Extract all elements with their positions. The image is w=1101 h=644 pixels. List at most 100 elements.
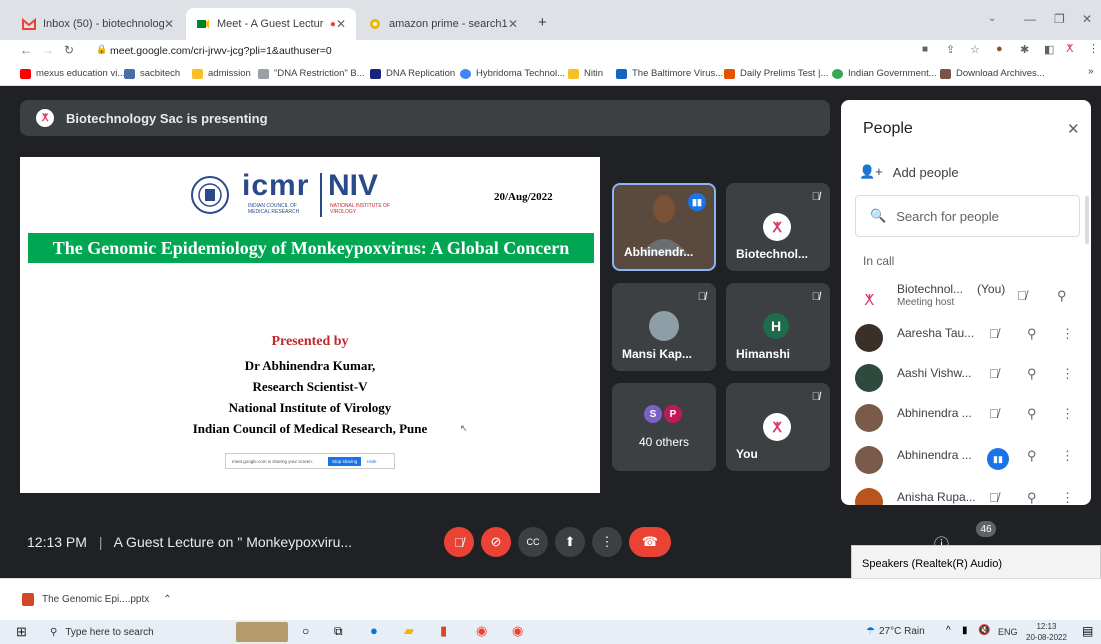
more-options-icon[interactable]: ⋮	[1061, 366, 1074, 382]
pin-icon[interactable]: ⚲	[1027, 490, 1037, 505]
pin-icon[interactable]: ⚲	[1027, 326, 1037, 342]
leave-call-button[interactable]: ☎	[629, 527, 671, 557]
download-item[interactable]: The Genomic Epi....pptx ⌃	[22, 593, 172, 606]
participant-row[interactable]: Aashi Vishw... 🎙̸ ⚲ ⋮	[841, 358, 1091, 398]
lock-icon[interactable]: 🔒	[96, 44, 107, 55]
panel-scrollbar[interactable]	[1085, 196, 1089, 244]
bookmark-item[interactable]: "DNA Restriction" B...	[258, 68, 365, 79]
clock-date: 20-08-2022	[1026, 633, 1067, 642]
mic-off-icon[interactable]: 🎙̸	[989, 490, 999, 505]
chevron-up-icon[interactable]: ⌃	[163, 594, 171, 605]
mic-off-icon[interactable]: 🎙̸	[989, 406, 999, 421]
bookmark-item[interactable]: Daily Prelims Test |...	[724, 68, 828, 79]
taskbar-search[interactable]: ⚲ Type here to search	[42, 622, 222, 642]
weather-widget[interactable]: ☂ 27°C Rain	[866, 626, 925, 637]
windows-start-icon[interactable]: ⊞	[16, 624, 27, 640]
camera-icon[interactable]: ■	[922, 44, 928, 55]
tab-amazon[interactable]: amazon prime - search1.me ✕	[358, 8, 528, 40]
pin-icon[interactable]: ⚲	[1027, 366, 1037, 382]
close-window-button[interactable]: ✕	[1082, 12, 1092, 26]
tray-chevron-icon[interactable]: ^	[946, 625, 951, 636]
mic-off-icon[interactable]: 🎙̸	[989, 366, 999, 381]
more-options-icon[interactable]: ⋮	[1061, 448, 1074, 464]
more-options-icon[interactable]: ⋮	[1061, 490, 1074, 505]
share-icon[interactable]: ⇪	[946, 43, 955, 56]
office-icon[interactable]: ▮	[440, 623, 447, 639]
self-tile[interactable]: 🎙̸ ⵅ You	[726, 383, 830, 471]
bookmark-item[interactable]: Download Archives...	[940, 68, 1045, 79]
clock[interactable]: 12:13 20-08-2022	[1026, 621, 1067, 643]
bookmark-item[interactable]: Indian Government...	[832, 68, 937, 79]
bookmark-item[interactable]: Nitin	[568, 68, 603, 79]
add-people-button[interactable]: 👤+ Add people	[859, 164, 959, 180]
camera-toggle-button[interactable]: ⊘	[481, 527, 511, 557]
maximize-button[interactable]: ❐	[1054, 12, 1065, 26]
participant-tile[interactable]: ▮▮ Abhinendr...	[612, 183, 716, 271]
tab-meet[interactable]: Meet - A Guest Lecture on " ● ✕	[186, 8, 356, 40]
bookmark-label: Hybridoma Technol...	[476, 68, 566, 79]
participant-row[interactable]: Aaresha Tau... 🎙̸ ⚲ ⋮	[841, 318, 1091, 358]
more-options-icon[interactable]: ⋮	[1061, 406, 1074, 422]
close-icon[interactable]: ✕	[1067, 120, 1080, 138]
captions-button[interactable]: CC	[518, 527, 548, 557]
sidepanel-icon[interactable]: ◧	[1044, 43, 1054, 56]
participant-tile[interactable]: 🎙̸ ⵅ Biotechnol...	[726, 183, 830, 271]
address-bar-row: ← → ↻ 🔒 meet.google.com/cri-jrwv-jcg?pli…	[0, 40, 1101, 62]
participant-tile[interactable]: 🎙̸ H Himanshi	[726, 283, 830, 371]
back-arrow-icon[interactable]: ←	[20, 43, 32, 57]
puzzle-icon[interactable]: ✱	[1020, 43, 1029, 56]
participant-row[interactable]: ⵅ Biotechnol... (You) Meeting host 🎙̸ ⚲	[841, 280, 1091, 320]
bookmark-item[interactable]: sacbitech	[124, 68, 180, 79]
close-icon[interactable]: ✕	[508, 17, 518, 31]
close-icon[interactable]: ✕	[336, 17, 346, 31]
mic-off-icon[interactable]: 🎙̸	[989, 326, 999, 341]
cortana-icon[interactable]: ○	[302, 624, 309, 638]
pin-icon[interactable]: ⚲	[1027, 448, 1037, 464]
bookmark-item[interactable]: Hybridoma Technol...	[460, 68, 565, 79]
new-tab-button[interactable]: +	[538, 14, 547, 31]
menu-icon[interactable]: ⋮	[1088, 42, 1099, 55]
bookmark-item[interactable]: mexus education vi...	[20, 68, 125, 79]
bookmark-item[interactable]: DNA Replication	[370, 68, 455, 79]
battery-icon[interactable]: ▮	[962, 625, 968, 636]
hide-button[interactable]: Hide	[367, 459, 376, 464]
chrome-icon[interactable]: ◉	[476, 623, 487, 639]
pin-icon[interactable]: ⚲	[1057, 288, 1067, 304]
tab-gmail[interactable]: Inbox (50) - biotechnology.sac@ ✕	[12, 8, 184, 40]
pin-icon[interactable]: ⚲	[1027, 406, 1037, 422]
stop-sharing-button[interactable]: Stop sharing	[328, 456, 362, 466]
presenter-line: Dr Abhinendra Kumar,	[244, 358, 376, 373]
chevron-down-icon[interactable]: ⌄	[988, 13, 996, 24]
present-button[interactable]: ⬆	[555, 527, 585, 557]
language-indicator[interactable]: ENG	[998, 627, 1018, 637]
participant-row[interactable]: Abhinendra ... ▮▮ ⚲ ⋮	[841, 440, 1091, 480]
participant-row[interactable]: Anisha Rupa... 🎙̸ ⚲ ⋮	[841, 482, 1091, 505]
mic-off-icon[interactable]: 🎙̸	[1017, 288, 1027, 303]
forward-arrow-icon[interactable]: →	[42, 43, 54, 57]
more-bookmarks-icon[interactable]: »	[1088, 66, 1094, 77]
volume-muted-icon[interactable]: 🔇	[978, 625, 990, 636]
task-view-icon[interactable]: ⧉	[334, 624, 343, 639]
close-icon[interactable]: ✕	[164, 17, 174, 31]
chrome-profile-icon[interactable]: ◉	[512, 623, 523, 639]
participant-tile[interactable]: 🎙̸ Mansi Kap...	[612, 283, 716, 371]
reload-icon[interactable]: ↻	[64, 43, 74, 57]
others-tile[interactable]: S P 40 others	[612, 383, 716, 471]
minimize-button[interactable]: —	[1024, 12, 1036, 26]
notifications-icon[interactable]: ▤	[1082, 624, 1093, 638]
bookmark-item[interactable]: The Baltimore Virus...	[616, 68, 723, 79]
edge-icon[interactable]: ●	[370, 623, 378, 638]
extension-icon[interactable]: ●	[996, 43, 1003, 55]
profile-icon[interactable]: ⵅ	[1066, 42, 1073, 55]
site-icon	[370, 68, 381, 79]
bookmark-item[interactable]: admission	[192, 68, 251, 79]
more-options-button[interactable]: ⋮	[592, 527, 622, 557]
url-text[interactable]: meet.google.com/cri-jrwv-jcg?pli=1&authu…	[110, 45, 332, 57]
more-options-icon[interactable]: ⋮	[1061, 326, 1074, 342]
mic-toggle-button[interactable]: 🎙̸	[444, 527, 474, 557]
participant-name: Anisha Rupa...	[897, 490, 976, 504]
participant-row[interactable]: Abhinendra ... 🎙̸ ⚲ ⋮	[841, 398, 1091, 438]
file-explorer-icon[interactable]: ▰	[404, 623, 414, 639]
star-icon[interactable]: ☆	[970, 43, 980, 56]
search-people-input[interactable]: 🔍 Search for people	[855, 195, 1080, 237]
